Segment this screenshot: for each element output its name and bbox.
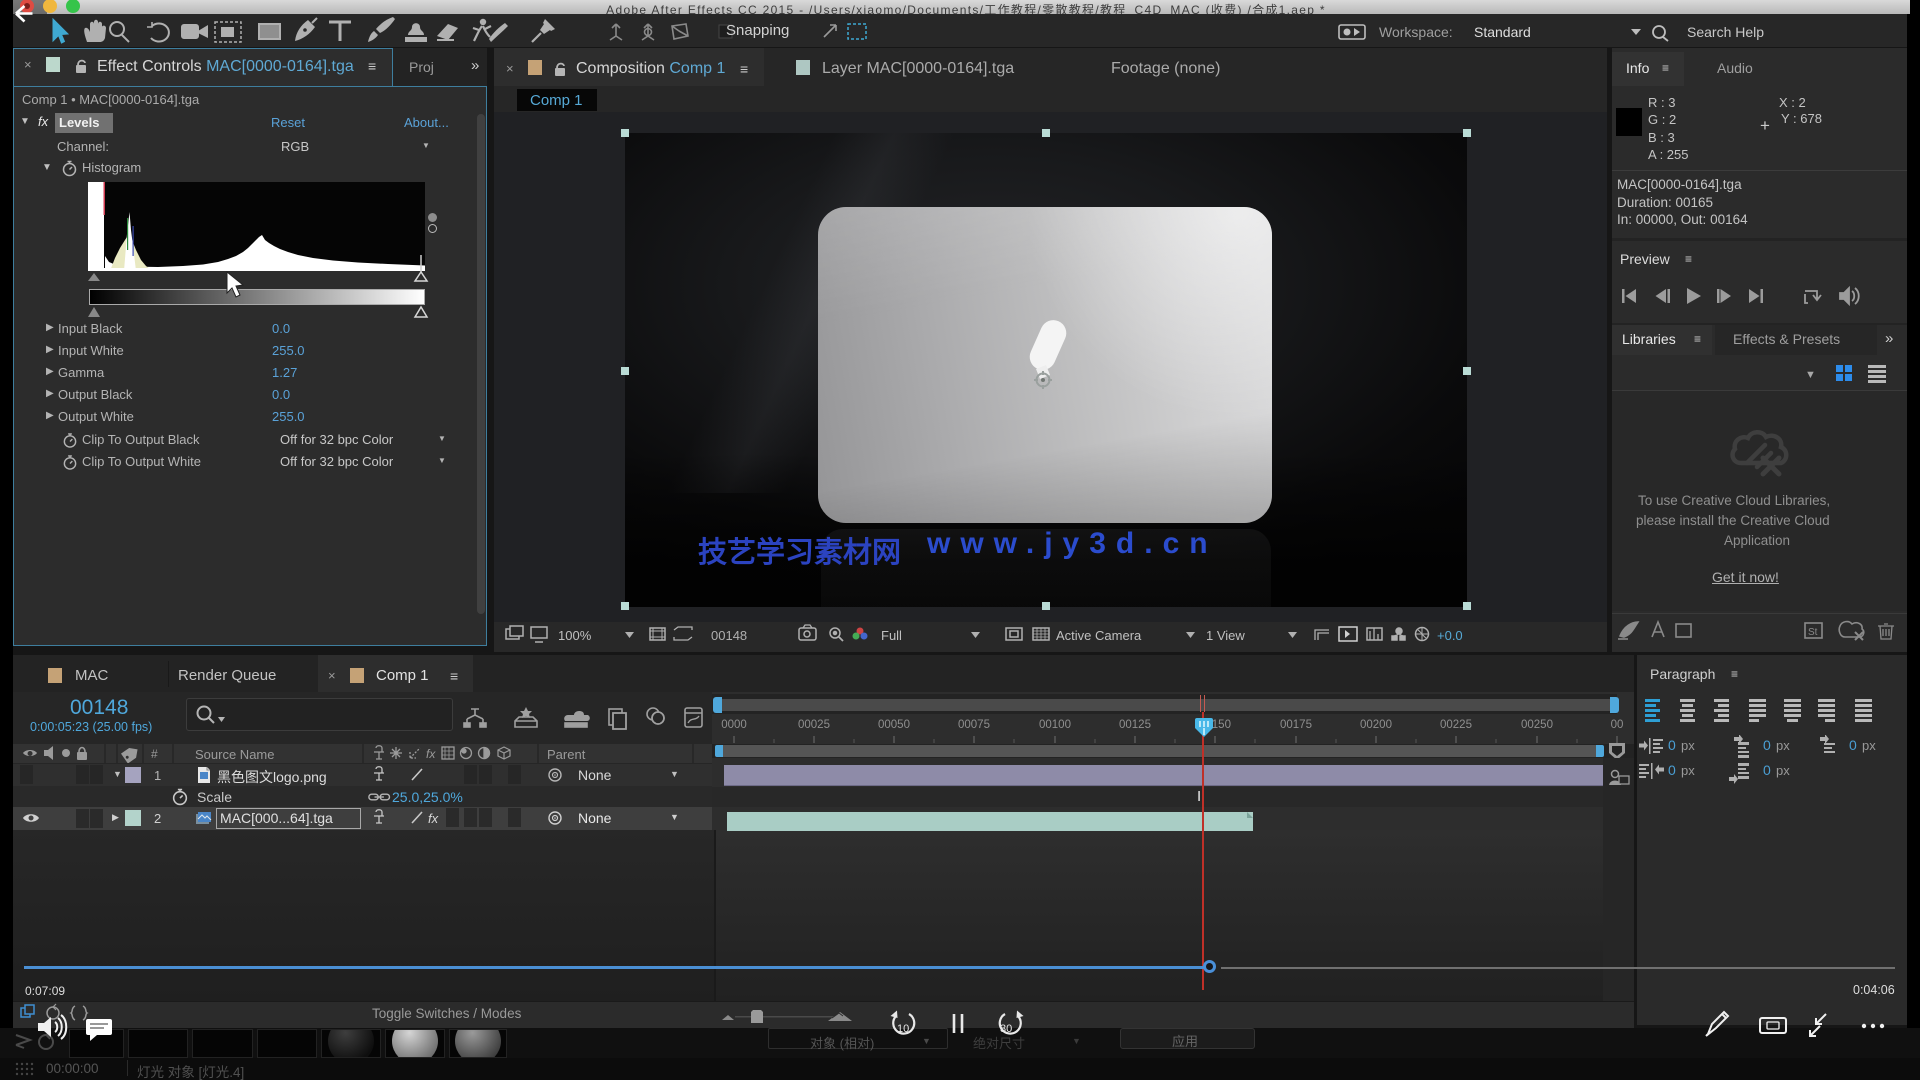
svg-text:00100: 00100 bbox=[1039, 719, 1071, 731]
svg-text:00225: 00225 bbox=[1440, 719, 1472, 731]
svg-text:St: St bbox=[1808, 627, 1818, 638]
svg-text:00250: 00250 bbox=[1521, 719, 1553, 731]
svg-text:fx: fx bbox=[428, 811, 439, 826]
svg-text:10: 10 bbox=[897, 1023, 909, 1035]
svg-text:30: 30 bbox=[1000, 1023, 1012, 1035]
svg-text:00: 00 bbox=[1611, 719, 1624, 731]
svg-text:00050: 00050 bbox=[878, 719, 910, 731]
svg-text:00025: 00025 bbox=[798, 719, 830, 731]
svg-text:00075: 00075 bbox=[958, 719, 990, 731]
svg-text:0000: 0000 bbox=[721, 719, 747, 731]
svg-text:00175: 00175 bbox=[1280, 719, 1312, 731]
svg-text:#: # bbox=[151, 747, 158, 761]
svg-text:fx: fx bbox=[426, 747, 436, 761]
svg-text:00200: 00200 bbox=[1360, 719, 1392, 731]
svg-text:00125: 00125 bbox=[1119, 719, 1151, 731]
